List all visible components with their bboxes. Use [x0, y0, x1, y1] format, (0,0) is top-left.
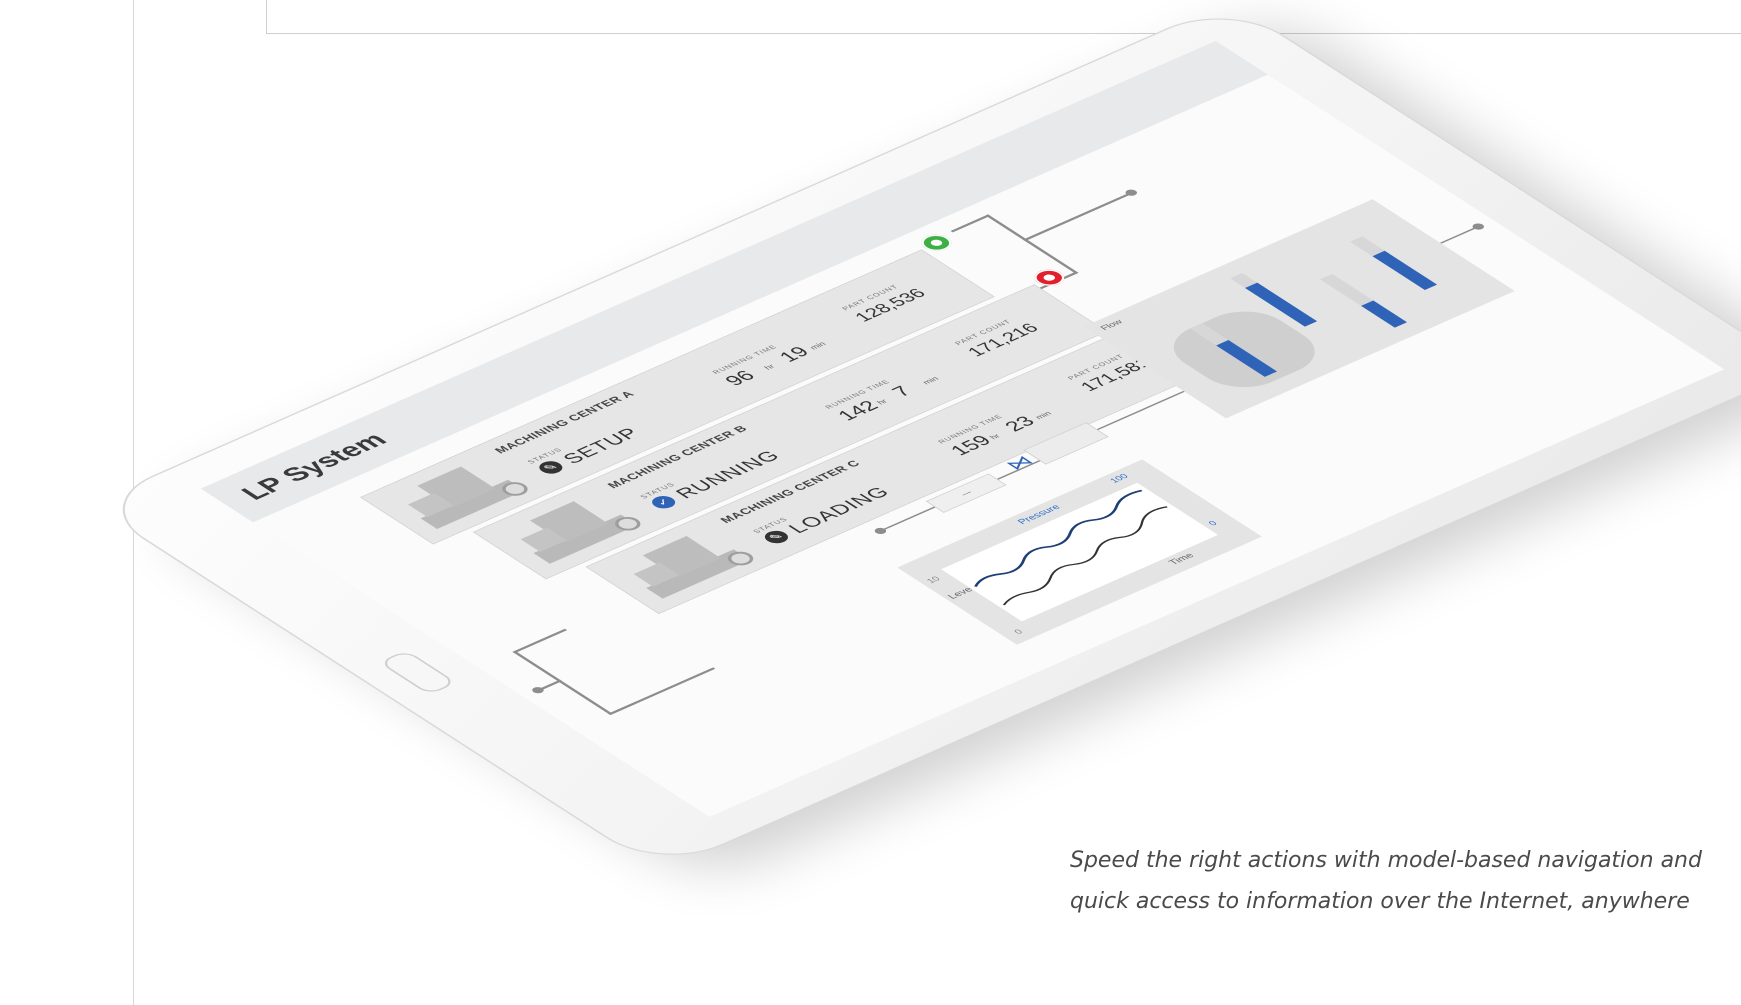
chart-level-max: 10: [924, 575, 943, 585]
machine-a-hours-unit: hr: [762, 363, 777, 371]
marketing-caption: Speed the right actions with model-based…: [1070, 840, 1740, 922]
machine-b-running-minutes: 7: [886, 382, 917, 400]
tablet-device: LP System MACHINING CENTER A STATUS ✎ SE…: [92, 2, 1741, 872]
pipe-tank-out: [1439, 227, 1477, 244]
pipe-outlet: [1022, 193, 1131, 242]
pipe-left-top: [512, 628, 568, 654]
chart-right-min: 0: [1206, 519, 1220, 528]
machine-b-minutes-unit: min: [920, 375, 941, 386]
caption-line-2: quick access to information over the Int…: [1070, 889, 1690, 914]
pipe-right-top: [950, 214, 991, 233]
tablet-body: LP System MACHINING CENTER A STATUS ✎ SE…: [92, 2, 1741, 872]
chart-pressure-max: 100: [1108, 472, 1132, 485]
chart-bottom-min: 0: [1012, 628, 1026, 636]
level-series-line: [1002, 506, 1168, 606]
pipe-left-bottom: [608, 667, 716, 716]
machine-a-minutes-unit: min: [807, 340, 828, 351]
pressure-series-line: [974, 489, 1143, 587]
pipe-left-vertical: [512, 650, 613, 715]
machine-a-status: SETUP: [557, 424, 645, 467]
caption-line-1: Speed the right actions with model-based…: [1070, 848, 1702, 873]
tablet-home-button[interactable]: [378, 649, 458, 696]
pressure-level-chart[interactable]: Level Pressure Time 100 10 0 0: [897, 459, 1262, 645]
tank-title: Flow: [1098, 318, 1126, 332]
tank-level-bar-3: [1361, 300, 1408, 328]
chart-lines-svg: [974, 489, 1168, 606]
machine-c-minutes-unit: min: [1033, 410, 1054, 421]
chart-plot-area: [941, 482, 1218, 622]
page-top-frame: [266, 0, 1741, 34]
tablet-screen: LP System MACHINING CENTER A STATUS ✎ SE…: [200, 40, 1725, 818]
tank-level-bar-4: [1372, 250, 1438, 290]
